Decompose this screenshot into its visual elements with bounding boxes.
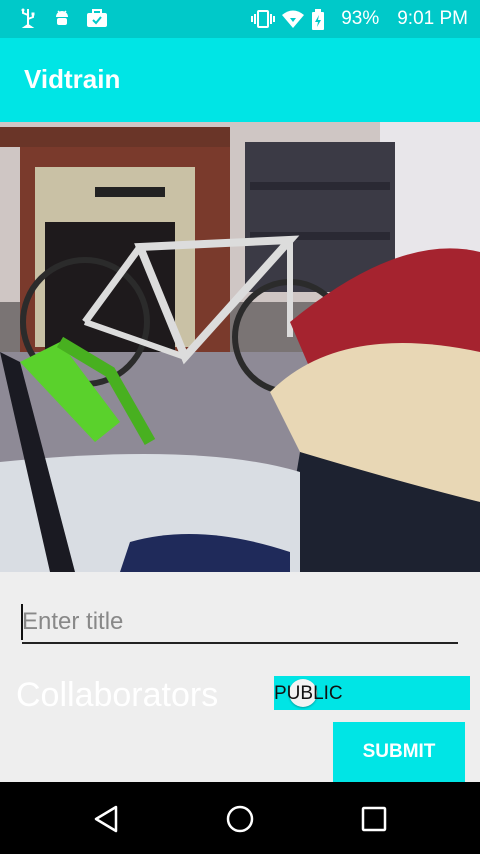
recents-icon[interactable] bbox=[357, 802, 391, 836]
back-icon[interactable] bbox=[90, 802, 124, 836]
status-bar: 93% 9:01 PM bbox=[0, 0, 480, 38]
android-debug-icon bbox=[52, 8, 72, 28]
battery-percent: 93% bbox=[341, 8, 380, 29]
public-toggle[interactable]: PUBLIC bbox=[274, 676, 470, 710]
video-frame-image bbox=[0, 122, 480, 572]
public-toggle-label: PUBLIC bbox=[274, 683, 343, 704]
home-icon[interactable] bbox=[223, 802, 257, 836]
briefcase-check-icon bbox=[86, 8, 107, 28]
usb-icon bbox=[18, 8, 38, 28]
submit-button[interactable]: SUBMIT bbox=[333, 722, 465, 782]
app-bar: Vidtrain bbox=[0, 38, 480, 122]
battery-charging-icon bbox=[311, 9, 331, 30]
collaborators-label[interactable]: Collaborators bbox=[16, 676, 218, 715]
form-area: Collaborators PUBLIC SUBMIT bbox=[0, 572, 480, 782]
title-input[interactable] bbox=[22, 602, 458, 644]
video-preview[interactable] bbox=[0, 122, 480, 572]
app-title: Vidtrain bbox=[24, 64, 121, 94]
text-cursor bbox=[21, 604, 23, 640]
navigation-bar bbox=[0, 782, 480, 854]
clock: 9:01 PM bbox=[397, 8, 468, 29]
vibrate-icon bbox=[251, 9, 276, 29]
wifi-icon bbox=[281, 9, 305, 29]
